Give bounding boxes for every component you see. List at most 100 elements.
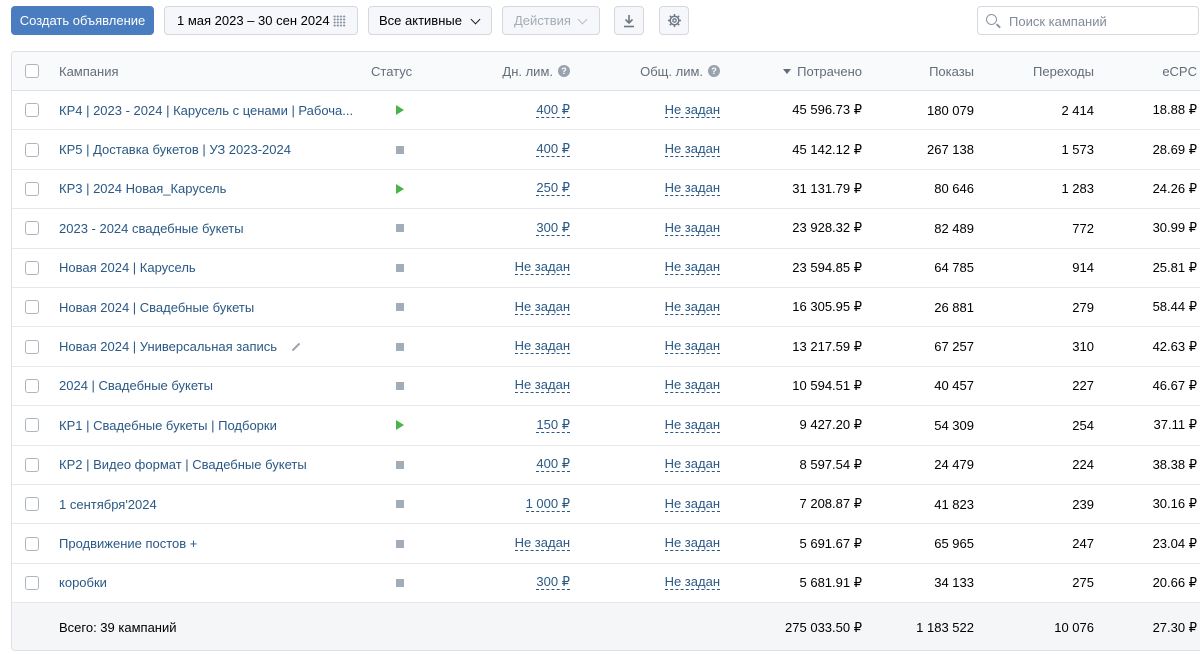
row-checkbox[interactable]	[25, 130, 39, 168]
status-cell[interactable]	[370, 485, 430, 523]
status-cell[interactable]	[370, 91, 430, 129]
status-cell[interactable]	[370, 249, 430, 287]
daily-limit-link[interactable]: 400 ₽	[536, 142, 570, 158]
daily-limit-link[interactable]: 400 ₽	[536, 102, 570, 118]
header-clicks[interactable]: Переходы	[992, 52, 1094, 90]
daily-limit-link[interactable]: 400 ₽	[536, 457, 570, 473]
download-button[interactable]	[614, 6, 644, 35]
total-limit-link[interactable]: Не задан	[664, 220, 720, 236]
campaign-name-link[interactable]: 2024 | Свадебные букеты	[59, 378, 213, 393]
status-cell[interactable]	[370, 209, 430, 247]
campaign-name-link[interactable]: 2023 - 2024 свадебные букеты	[59, 221, 244, 236]
create-ad-button[interactable]: Создать объявление	[11, 6, 154, 35]
total-limit-link[interactable]: Не задан	[664, 339, 720, 355]
campaign-name-link[interactable]: КР5 | Доставка букетов | УЗ 2023-2024	[59, 142, 291, 157]
status-cell[interactable]	[370, 524, 430, 562]
daily-limit-link[interactable]: Не задан	[514, 339, 570, 355]
campaign-name-link[interactable]: Новая 2024 | Универсальная запись	[59, 339, 277, 354]
header-ecpc[interactable]: eCPC	[1122, 52, 1197, 90]
status-cell[interactable]	[370, 406, 430, 444]
row-checkbox[interactable]	[25, 524, 39, 562]
daily-limit-link[interactable]: 1 000 ₽	[525, 496, 570, 512]
row-checkbox[interactable]	[25, 564, 39, 602]
help-icon[interactable]: ?	[558, 65, 570, 77]
table-row[interactable]: Новая 2024 | Универсальная запись Не зада…	[12, 327, 1200, 367]
campaign-name-link[interactable]: КР4 | 2023 - 2024 | Карусель с ценами | …	[59, 103, 353, 118]
daily-limit-link[interactable]: 300 ₽	[536, 575, 570, 591]
status-cell[interactable]	[370, 288, 430, 326]
table-row[interactable]: КР1 | Свадебные букеты | Подборки 150 ₽ Не…	[12, 406, 1200, 446]
daily-limit-link[interactable]: 300 ₽	[536, 220, 570, 236]
campaign-name-link[interactable]: Новая 2024 | Свадебные букеты	[59, 300, 254, 315]
table-row[interactable]: 1 сентября'2024 1 000 ₽ Не задан 7 208.87 ₽…	[12, 485, 1200, 525]
daily-limit-link[interactable]: Не задан	[514, 299, 570, 315]
search-input[interactable]	[1009, 12, 1194, 30]
status-cell[interactable]	[370, 327, 430, 365]
row-checkbox[interactable]	[25, 446, 39, 484]
help-icon[interactable]: ?	[708, 65, 720, 77]
table-row[interactable]: Новая 2024 | Карусель Не задан Не задан 23 …	[12, 249, 1200, 288]
total-limit-link[interactable]: Не задан	[664, 260, 720, 276]
header-shows[interactable]: Показы	[872, 52, 974, 90]
table-row[interactable]: Продвижение постов + Не задан Не задан 5 69…	[12, 524, 1200, 564]
date-range-picker[interactable]: 1 мая 2023 – 30 сен 2024	[164, 6, 358, 35]
total-limit-cell: Не задан	[612, 327, 720, 365]
total-limit-link[interactable]: Не задан	[664, 496, 720, 512]
settings-button[interactable]	[659, 6, 689, 35]
row-checkbox[interactable]	[25, 288, 39, 326]
header-spent[interactable]: Потрачено	[732, 52, 862, 90]
table-row[interactable]: коробки 300 ₽ Не задан 5 681.91 ₽ 34 133 275 2…	[12, 564, 1200, 604]
campaign-name-link[interactable]: КР2 | Видео формат | Свадебные букеты	[59, 457, 307, 472]
campaign-name-link[interactable]: КР3 | 2024 Новая_Карусель	[59, 181, 226, 196]
total-limit-link[interactable]: Не задан	[664, 536, 720, 552]
header-daily-limit[interactable]: Дн. лим. ?	[482, 52, 570, 90]
row-checkbox[interactable]	[25, 170, 39, 208]
campaign-name-link[interactable]: 1 сентября'2024	[59, 497, 157, 512]
header-total-limit[interactable]: Общ. лим. ?	[612, 52, 720, 90]
row-checkbox[interactable]	[25, 249, 39, 287]
status-cell[interactable]	[370, 367, 430, 405]
row-checkbox[interactable]	[25, 209, 39, 247]
actions-dropdown[interactable]: Действия	[502, 6, 600, 35]
table-row[interactable]: КР3 | 2024 Новая_Карусель 250 ₽ Не задан 31…	[12, 170, 1200, 210]
total-limit-link[interactable]: Не задан	[664, 417, 720, 433]
total-limit-link[interactable]: Не задан	[664, 181, 720, 197]
shows-cell: 24 479	[934, 457, 974, 473]
campaign-name-link[interactable]: Новая 2024 | Карусель	[59, 260, 196, 275]
daily-limit-link[interactable]: 150 ₽	[536, 417, 570, 433]
status-cell[interactable]	[370, 130, 430, 168]
daily-limit-link[interactable]: Не задан	[514, 378, 570, 394]
total-limit-link[interactable]: Не задан	[664, 299, 720, 315]
daily-limit-link[interactable]: 250 ₽	[536, 181, 570, 197]
table-row[interactable]: 2023 - 2024 свадебные букеты 300 ₽ Не зада…	[12, 209, 1200, 249]
campaign-name-link[interactable]: Продвижение постов +	[59, 536, 197, 551]
row-checkbox[interactable]	[25, 367, 39, 405]
total-limit-link[interactable]: Не задан	[664, 575, 720, 591]
status-cell[interactable]	[370, 170, 430, 208]
header-campaign[interactable]: Кампания	[59, 52, 359, 90]
table-row[interactable]: КР5 | Доставка букетов | УЗ 2023-2024 400…	[12, 130, 1200, 170]
table-row[interactable]: 2024 | Свадебные букеты Не задан Не задан 1…	[12, 367, 1200, 407]
daily-limit-link[interactable]: Не задан	[514, 536, 570, 552]
campaign-name-link[interactable]: коробки	[59, 575, 107, 590]
status-filter-label: Все активные	[379, 13, 462, 28]
row-checkbox[interactable]	[25, 327, 39, 365]
select-all-checkbox[interactable]	[25, 52, 39, 90]
pencil-icon[interactable]	[291, 342, 301, 351]
row-checkbox[interactable]	[25, 406, 39, 444]
status-cell[interactable]	[370, 446, 430, 484]
row-checkbox[interactable]	[25, 485, 39, 523]
status-filter-dropdown[interactable]: Все активные	[368, 6, 492, 35]
status-cell[interactable]	[370, 564, 430, 602]
table-row[interactable]: Новая 2024 | Свадебные букеты Не задан Не …	[12, 288, 1200, 328]
row-checkbox[interactable]	[25, 91, 39, 129]
daily-limit-link[interactable]: Не задан	[514, 260, 570, 276]
table-row[interactable]: КР2 | Видео формат | Свадебные букеты 400…	[12, 446, 1200, 485]
total-limit-link[interactable]: Не задан	[664, 102, 720, 118]
table-row[interactable]: КР4 | 2023 - 2024 | Карусель с ценами | …	[12, 91, 1200, 131]
total-limit-link[interactable]: Не задан	[664, 142, 720, 158]
campaign-name-link[interactable]: КР1 | Свадебные букеты | Подборки	[59, 418, 277, 433]
total-limit-link[interactable]: Не задан	[664, 457, 720, 473]
header-status[interactable]: Статус	[371, 52, 431, 90]
total-limit-link[interactable]: Не задан	[664, 378, 720, 394]
